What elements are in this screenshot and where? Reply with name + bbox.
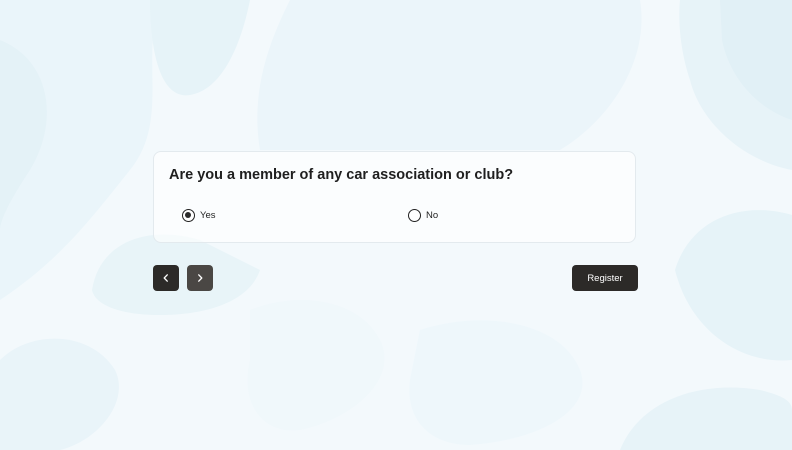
option-no-label: No <box>426 209 439 221</box>
radio-yes-checked[interactable] <box>182 208 195 222</box>
previous-button[interactable] <box>153 265 179 291</box>
radio-no-unchecked[interactable] <box>408 208 421 222</box>
register-button[interactable]: Register <box>572 265 638 291</box>
chevron-right-icon <box>198 274 203 282</box>
option-yes[interactable]: Yes <box>182 207 216 223</box>
question-card: Are you a member of any car association … <box>153 151 636 243</box>
option-no[interactable]: No <box>408 207 438 223</box>
question-text: Are you a member of any car association … <box>169 167 514 183</box>
next-button[interactable] <box>187 265 213 291</box>
option-yes-label: Yes <box>200 209 216 221</box>
chevron-left-icon <box>163 274 168 282</box>
